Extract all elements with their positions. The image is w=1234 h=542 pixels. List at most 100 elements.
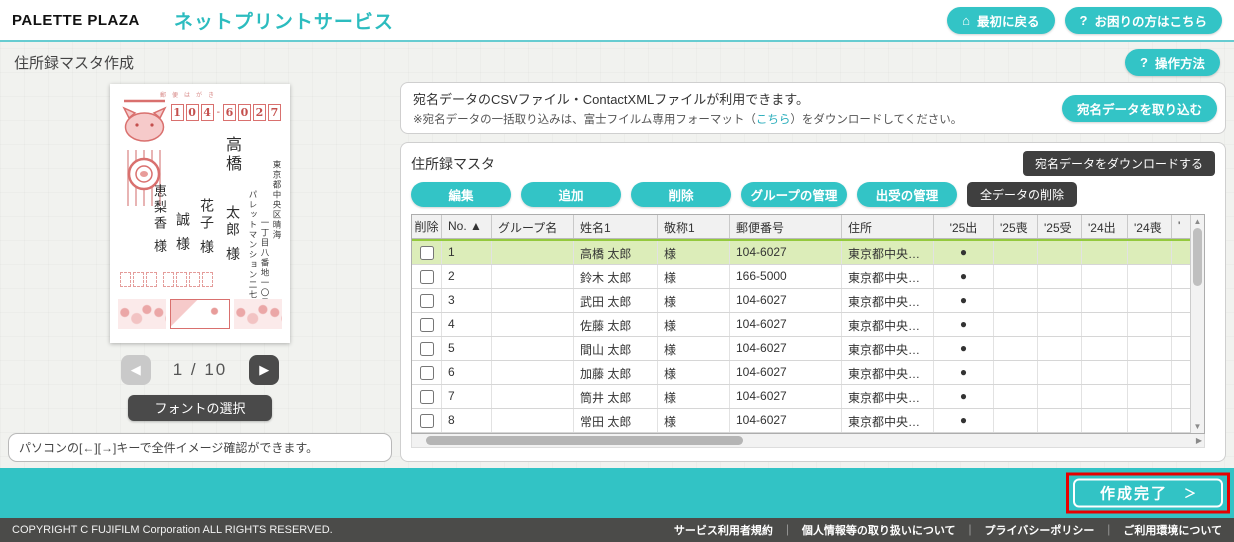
col-header-zip[interactable]: 郵便番号 (730, 215, 842, 238)
cell-zip: 166-5000 (730, 265, 842, 288)
col-header-25mourning[interactable]: '25喪 (994, 215, 1038, 238)
home-button[interactable]: ⌂ 最初に戻る (947, 7, 1054, 34)
address-master-panel: 住所録マスタ 宛名データをダウンロードする 編集 追加 削除 グループの管理 出… (400, 142, 1226, 462)
table-toolbar: 編集 追加 削除 グループの管理 出受の管理 全データの削除 (411, 182, 1215, 207)
cell-group (492, 313, 574, 336)
cell-25received (1038, 337, 1082, 360)
cell-zip: 104-6027 (730, 241, 842, 264)
cell-25mourning (994, 289, 1038, 312)
horizontal-scrollbar[interactable]: ◀ ▶ (411, 434, 1205, 448)
question-icon: ? (1080, 13, 1088, 28)
add-button[interactable]: 追加 (521, 182, 621, 207)
row-checkbox[interactable] (420, 246, 434, 260)
home-icon: ⌂ (962, 13, 970, 28)
download-data-button[interactable]: 宛名データをダウンロードする (1023, 151, 1215, 176)
row-checkbox[interactable] (420, 270, 434, 284)
col-header-25out[interactable]: '25出 (934, 215, 994, 238)
table-row[interactable]: 8 常田 太郎 様 104-6027 東京都中央… ● (412, 409, 1190, 433)
cell-address: 東京都中央… (842, 361, 934, 384)
footer-link-terms[interactable]: サービス利用者規約 (674, 522, 773, 538)
scroll-up-icon[interactable]: ▲ (1191, 215, 1204, 228)
col-header-group[interactable]: グループ名 (492, 215, 574, 238)
col-header-no[interactable]: No. ▲ (442, 215, 492, 238)
address-table: 削除 No. ▲ グループ名 姓名1 敬称1 郵便番号 住所 '25出 '25喪… (411, 214, 1205, 434)
group-manage-button[interactable]: グループの管理 (741, 182, 847, 207)
scroll-down-icon[interactable]: ▼ (1191, 420, 1204, 433)
cell-clipped (1172, 289, 1190, 312)
cell-25out: ● (934, 289, 994, 312)
row-checkbox[interactable] (420, 366, 434, 380)
col-header-24mourning[interactable]: '24喪 (1128, 215, 1172, 238)
flower-decoration (118, 299, 282, 329)
format-download-link[interactable]: こちら (756, 114, 791, 126)
postal-digit: 4 (201, 104, 214, 121)
row-checkbox[interactable] (420, 414, 434, 428)
footer-link-environment[interactable]: ご利用環境について (1123, 522, 1222, 538)
complete-button[interactable]: 作成完了 ＞ (1073, 479, 1223, 508)
table-row[interactable]: 7 筒井 太郎 様 104-6027 東京都中央… ● (412, 385, 1190, 409)
next-page-button[interactable]: ▶ (249, 355, 279, 385)
footer-links: サービス利用者規約 ｜ 個人情報等の取り扱いについて ｜ プライバシーポリシー … (674, 522, 1222, 538)
cell-24out (1082, 361, 1128, 384)
delete-button[interactable]: 削除 (631, 182, 731, 207)
table-row[interactable]: 3 武田 太郎 様 104-6027 東京都中央… ● (412, 289, 1190, 313)
cell-address: 東京都中央… (842, 409, 934, 432)
question-icon: ? (1140, 55, 1148, 70)
table-row[interactable]: 2 鈴木 太郎 様 166-5000 東京都中央… ● (412, 265, 1190, 289)
postal-digit: 6 (223, 104, 236, 121)
help-button-label: お困りの方はこちら (1094, 11, 1207, 30)
howto-button[interactable]: ? 操作方法 (1125, 49, 1220, 76)
col-header-delete[interactable]: 削除 (412, 215, 442, 238)
cell-zip: 104-6027 (730, 409, 842, 432)
row-checkbox[interactable] (420, 390, 434, 404)
cell-no: 7 (442, 385, 492, 408)
cell-honorific: 様 (658, 337, 730, 360)
cell-25out: ● (934, 337, 994, 360)
row-checkbox[interactable] (420, 342, 434, 356)
col-header-25received[interactable]: '25受 (1038, 215, 1082, 238)
table-row[interactable]: 5 間山 太郎 様 104-6027 東京都中央… ● (412, 337, 1190, 361)
footer-separator: ｜ (1103, 522, 1114, 538)
cell-24out (1082, 289, 1128, 312)
font-select-button[interactable]: フォントの選択 (128, 395, 271, 421)
master-pane: 宛名データのCSVファイル・ContactXMLファイルが利用できます。 ※宛名… (400, 82, 1226, 462)
cell-name: 間山 太郎 (574, 337, 658, 360)
vertical-scrollbar-thumb[interactable] (1193, 228, 1202, 286)
app-footer: COPYRIGHT C FUJIFILM Corporation ALL RIG… (0, 518, 1234, 542)
import-info-line2: ※宛名データの一括取り込みは、富士フイルム専用フォーマット（こちら）をダウンロー… (413, 111, 962, 127)
help-button[interactable]: ? お困りの方はこちら (1065, 7, 1222, 34)
cell-name: 高橋 太郎 (574, 241, 658, 264)
cell-24mourning (1128, 241, 1172, 264)
table-row[interactable]: 4 佐藤 太郎 様 104-6027 東京都中央… ● (412, 313, 1190, 337)
prev-page-button[interactable]: ◀ (121, 355, 151, 385)
next-arrow-icon: ▶ (259, 362, 269, 378)
col-header-honorific[interactable]: 敬称1 (658, 215, 730, 238)
footer-link-privacy[interactable]: プライバシーポリシー (985, 522, 1095, 538)
footer-link-personal-info[interactable]: 個人情報等の取り扱いについて (802, 522, 956, 538)
col-header-address[interactable]: 住所 (842, 215, 934, 238)
page-indicator: 1 / 10 (173, 360, 228, 380)
horizontal-scrollbar-thumb[interactable] (426, 436, 743, 445)
cell-address: 東京都中央… (842, 289, 934, 312)
row-checkbox[interactable] (420, 318, 434, 332)
vertical-scrollbar[interactable]: ▲ ▼ (1190, 215, 1204, 433)
col-header-clipped[interactable]: ' (1172, 215, 1190, 238)
cell-honorific: 様 (658, 265, 730, 288)
col-header-24out[interactable]: '24出 (1082, 215, 1128, 238)
edit-button[interactable]: 編集 (411, 182, 511, 207)
cell-address: 東京都中央… (842, 385, 934, 408)
delete-all-button[interactable]: 全データの削除 (967, 182, 1077, 207)
cell-25mourning (994, 265, 1038, 288)
table-row[interactable]: 6 加藤 太郎 様 104-6027 東京都中央… ● (412, 361, 1190, 385)
cell-25out: ● (934, 361, 994, 384)
col-header-name[interactable]: 姓名1 (574, 215, 658, 238)
import-data-button[interactable]: 宛名データを取り込む (1062, 95, 1217, 122)
postal-digit: 1 (171, 104, 184, 121)
cell-24out (1082, 385, 1128, 408)
row-checkbox[interactable] (420, 294, 434, 308)
scroll-right-icon[interactable]: ▶ (1196, 434, 1202, 447)
cell-group (492, 409, 574, 432)
inout-manage-button[interactable]: 出受の管理 (857, 182, 957, 207)
table-row[interactable]: 1 高橋 太郎 様 104-6027 東京都中央… ● (412, 239, 1190, 265)
cell-name: 筒井 太郎 (574, 385, 658, 408)
